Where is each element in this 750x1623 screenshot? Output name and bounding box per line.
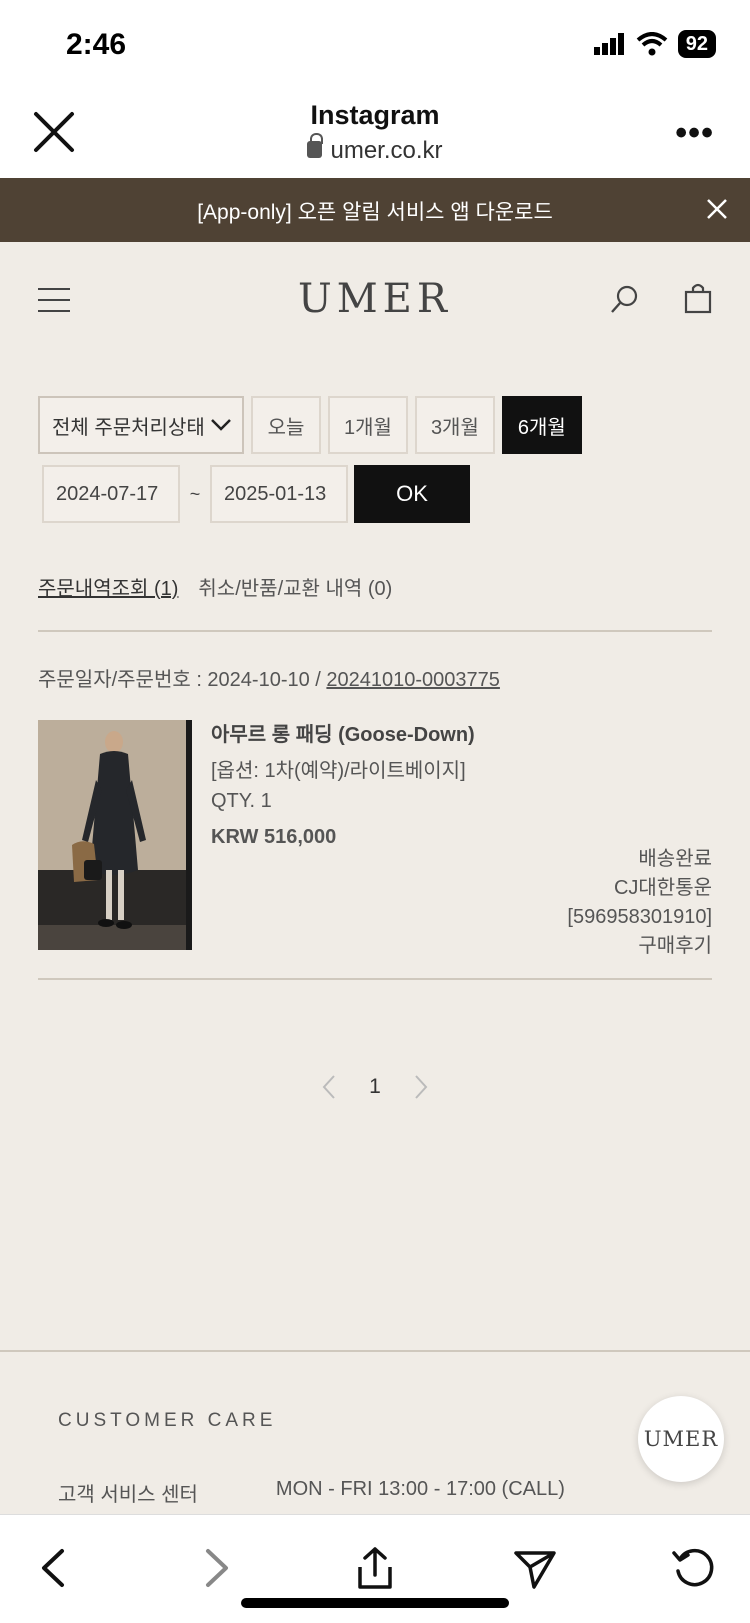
lock-icon <box>307 133 324 158</box>
status-time: 2:46 <box>66 28 127 61</box>
tab-order-history[interactable]: 주문내역조회 (1) <box>38 572 178 601</box>
browser-header: Instagram umer.co.kr ••• <box>0 92 750 178</box>
page-number[interactable]: 1 <box>369 1075 381 1099</box>
shopping-bag-icon[interactable] <box>684 282 712 314</box>
status-bar: 2:46 92 <box>0 0 750 92</box>
product-name[interactable]: 아무르 롱 패딩 (Goose-Down) <box>211 718 475 747</box>
pagination: 1 <box>0 1074 750 1100</box>
tab-cancel-return-history[interactable]: 취소/반품/교환 내역 (0) <box>198 572 392 601</box>
product-option: [옵션: 1차(예약)/라이트베이지] <box>211 760 466 782</box>
delivery-carrier: CJ대한통운 <box>613 877 712 899</box>
status-icons: 92 <box>593 30 716 58</box>
more-options-icon[interactable]: ••• <box>675 114 714 153</box>
order-status-select[interactable]: 전체 주문처리상태 <box>38 396 244 454</box>
chevron-left-icon[interactable] <box>321 1074 337 1100</box>
signal-icon <box>593 33 624 55</box>
floating-umer-button[interactable]: UMER <box>638 1396 724 1482</box>
delivery-info: 배송완료 CJ대한통운 [596958301910] 구매후기 <box>567 845 712 961</box>
tracking-number-link[interactable]: [596958301910] <box>567 903 712 932</box>
period-6month-button[interactable]: 6개월 <box>501 396 582 454</box>
divider <box>38 978 712 980</box>
send-icon[interactable] <box>512 1545 558 1591</box>
share-icon[interactable] <box>352 1545 398 1591</box>
divider <box>38 630 712 632</box>
product-qty: QTY. 1 <box>211 790 272 812</box>
battery-indicator: 92 <box>677 30 716 58</box>
forward-arrow-icon[interactable] <box>192 1545 238 1591</box>
cs-label: 고객 서비스 센터 <box>58 1484 198 1506</box>
chevron-down-icon <box>211 419 231 431</box>
app-promo-banner[interactable]: [App-only] 오픈 알림 서비스 앱 다운로드 <box>0 178 750 242</box>
home-indicator <box>241 1598 509 1608</box>
promo-text[interactable]: [App-only] 오픈 알림 서비스 앱 다운로드 <box>0 196 750 226</box>
url-text: umer.co.kr <box>330 137 443 164</box>
customer-care-title: CUSTOMER CARE <box>58 1410 277 1431</box>
date-range-separator: ~ <box>189 483 201 504</box>
reload-icon[interactable] <box>670 1545 716 1591</box>
delivery-status: 배송완료 <box>638 848 712 870</box>
footer-divider <box>0 1350 750 1352</box>
browser-url: umer.co.kr <box>0 133 750 165</box>
browser-title: Instagram <box>310 100 440 130</box>
period-3month-button[interactable]: 3개월 <box>414 396 495 454</box>
order-meta: 주문일자/주문번호 : 2024-10-10 / 20241010-000377… <box>38 663 500 692</box>
order-meta-label: 주문일자/주문번호 : 2024-10-10 / <box>38 669 327 691</box>
back-arrow-icon[interactable] <box>32 1545 78 1591</box>
order-number-link[interactable]: 20241010-0003775 <box>326 669 500 691</box>
product-price: KRW 516,000 <box>211 826 337 848</box>
product-image[interactable] <box>38 720 192 950</box>
cs-hours: MON - FRI 13:00 - 17:00 (CALL) <box>275 1478 565 1500</box>
customer-service-row: 고객 서비스 센터 MON - FRI 13:00 - 17:00 (CALL) <box>58 1478 565 1507</box>
chevron-right-icon[interactable] <box>413 1074 429 1100</box>
period-1month-button[interactable]: 1개월 <box>328 396 408 454</box>
search-icon[interactable] <box>610 284 640 314</box>
order-tabs: 주문내역조회 (1) 취소/반품/교환 내역 (0) <box>38 572 392 601</box>
ok-button[interactable]: OK <box>354 465 470 523</box>
status-select-label: 전체 주문처리상태 <box>52 416 205 439</box>
site-header: UMER <box>0 242 750 352</box>
order-filter-row: 전체 주문처리상태 오늘 1개월 3개월 6개월 <box>38 396 582 454</box>
close-icon[interactable] <box>704 196 730 222</box>
product-photo <box>38 720 192 950</box>
period-today-button[interactable]: 오늘 <box>251 396 321 454</box>
date-range-row: 2024-07-17 ~ 2025-01-13 OK <box>42 465 470 523</box>
write-review-link[interactable]: 구매후기 <box>567 932 712 961</box>
date-to-input[interactable]: 2025-01-13 <box>210 465 348 523</box>
date-from-input[interactable]: 2024-07-17 <box>42 465 180 523</box>
wifi-icon <box>636 32 668 56</box>
